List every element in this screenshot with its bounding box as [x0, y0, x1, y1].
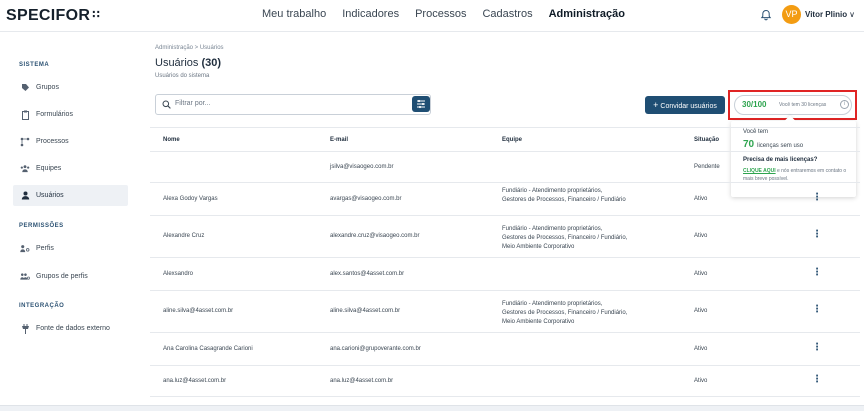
sidebar-item-formularios[interactable]: Formulários — [13, 104, 128, 125]
process-flow-icon — [20, 137, 30, 147]
sidebar-item-grupos[interactable]: Grupos — [13, 77, 128, 98]
logo-mark-icon: ∷ — [92, 9, 100, 21]
cell-situacao: Ativo — [694, 308, 708, 314]
search-input[interactable]: Filtrar por... — [155, 94, 431, 115]
plus-icon: + — [653, 100, 659, 110]
cell-situacao: Ativo — [694, 377, 708, 384]
profile-key-icon — [20, 244, 30, 254]
clipboard-icon — [20, 110, 30, 120]
cell-equipe-line: Gestores de Processos, Financeiro / Fund… — [502, 234, 628, 241]
table-row[interactable]: jsilva@visaogeo.com.br Pendente — [150, 152, 860, 183]
cell-email: alexandre.cruz@visaogeo.com.br — [330, 233, 420, 239]
sidebar: SISTEMA Grupos Formulários Processos Equ… — [0, 33, 136, 411]
table-row[interactable]: Alexsandro alex.santos@4asset.com.br Ativo… — [150, 258, 860, 291]
table-row[interactable]: Ana Carolina Casagrande Carioni ana.cario… — [150, 333, 860, 366]
cell-situacao: Ativo — [694, 270, 708, 277]
nav-meu-trabalho[interactable]: Meu trabalho — [262, 8, 326, 20]
chevron-down-icon: ∨ — [849, 10, 855, 19]
search-icon — [162, 100, 171, 109]
cell-nome: Alexandre Cruz — [163, 233, 205, 239]
cell-equipe-line: Meio Ambiente Corporativo — [502, 243, 575, 250]
search-placeholder: Filtrar por... — [175, 100, 211, 107]
tag-icon — [20, 83, 30, 93]
user-icon — [20, 191, 30, 201]
sidebar-item-usuarios[interactable]: Usuários — [13, 185, 128, 206]
sidebar-item-fonte-de-dados[interactable]: Fonte de dados externo — [13, 318, 128, 339]
logo[interactable]: SPECIFOR ∷ — [6, 7, 100, 25]
cell-situacao: Ativo — [694, 345, 708, 352]
cell-equipe-line: Fundiário - Atendimento proprietários, — [502, 300, 603, 307]
cell-email: aline.silva@4asset.com.br — [330, 308, 401, 314]
breadcrumb: Administração > Usuários — [155, 45, 224, 51]
more-options-icon[interactable]: ⋮ — [812, 230, 822, 240]
info-icon[interactable]: i — [840, 100, 849, 109]
sliders-icon — [417, 99, 425, 109]
sidebar-item-grupos-de-perfis[interactable]: Grupos de perfis — [13, 266, 128, 287]
cell-email: jsilva@visaogeo.com.br — [330, 163, 394, 170]
cell-equipe-line: Gestores de Processos, Financeiro / Fund… — [502, 197, 626, 203]
nav-indicadores[interactable]: Indicadores — [342, 8, 399, 20]
cell-nome: Alexsandro — [163, 270, 194, 277]
avatar[interactable]: VP — [782, 5, 801, 24]
cell-nome: aline.silva@4asset.com.br — [163, 308, 234, 314]
sidebar-section-integracao: INTEGRAÇÃO — [19, 303, 65, 309]
page-title: Usuários (30) — [155, 57, 222, 69]
cell-nome: Alexa Godoy Vargas — [163, 195, 218, 202]
more-options-icon[interactable]: ⋮ — [812, 342, 822, 353]
table-row[interactable]: aline.silva@4asset.com.br aline.silva@4as… — [150, 291, 860, 333]
team-icon — [20, 164, 30, 174]
sidebar-item-perfis[interactable]: Perfis — [13, 238, 128, 259]
cell-equipe-line: Fundiário - Atendimento proprietários, — [502, 225, 603, 232]
user-count: (30) — [201, 57, 222, 69]
cell-equipe-line: Gestores de Processos, Financeiro / Fund… — [502, 309, 628, 316]
top-bar: SPECIFOR ∷ Meu trabalho Indicadores Proce… — [0, 0, 864, 32]
cell-email: ana.carioni@grupoverante.com.br — [330, 345, 421, 352]
sidebar-item-processos[interactable]: Processos — [13, 131, 128, 152]
column-header-email[interactable]: E-mail — [330, 137, 348, 143]
column-header-equipe[interactable]: Equipe — [502, 137, 522, 143]
nav-processos[interactable]: Processos — [415, 8, 466, 20]
more-options-icon[interactable]: ⋮ — [812, 374, 822, 385]
table-row[interactable]: ana.luz@4asset.com.br ana.luz@4asset.com.… — [150, 366, 860, 397]
license-counter[interactable]: 30/100 Você tem 30 licenças i — [734, 95, 852, 115]
sidebar-section-sistema: SISTEMA — [19, 62, 50, 68]
cell-email: ana.luz@4asset.com.br — [330, 377, 394, 384]
user-menu[interactable]: Vitor Plinio ∨ — [805, 10, 855, 19]
cell-equipe-line: Fundiário - Atendimento proprietários, — [502, 188, 603, 194]
license-highlight: 30/100 Você tem 30 licenças i — [728, 90, 857, 120]
column-header-nome[interactable]: Nome — [163, 137, 180, 143]
cell-situacao: Ativo — [694, 233, 708, 239]
cell-equipe-line: Meio Ambiente Corporativo — [502, 318, 575, 325]
filter-settings-button[interactable] — [412, 96, 430, 112]
column-header-situacao[interactable]: Situação — [694, 137, 719, 143]
group-profiles-icon — [20, 272, 30, 282]
cell-situacao: Pendente — [694, 163, 720, 170]
table-row[interactable]: Alexandre Cruz alexandre.cruz@visaogeo.co… — [150, 216, 860, 258]
main-nav: Meu trabalho Indicadores Processos Cadas… — [262, 8, 625, 20]
bell-icon[interactable] — [760, 9, 772, 21]
table-row[interactable]: Alexa Godoy Vargas avargas@visaogeo.com.b… — [150, 183, 860, 216]
cell-nome: ana.luz@4asset.com.br — [163, 377, 227, 384]
page-subtitle: Usuários do sistema — [155, 73, 210, 79]
table-header: Nome E-mail Equipe Situação — [150, 127, 860, 152]
plug-icon — [20, 323, 30, 334]
more-options-icon[interactable]: ⋮ — [812, 267, 822, 278]
horizontal-scrollbar[interactable] — [0, 405, 864, 411]
cell-situacao: Ativo — [694, 195, 708, 202]
nav-cadastros[interactable]: Cadastros — [482, 8, 532, 20]
cell-nome: Ana Carolina Casagrande Carioni — [163, 345, 253, 352]
sidebar-section-permissoes: PERMISSÕES — [19, 223, 64, 229]
license-text: Você tem 30 licenças — [779, 102, 827, 108]
nav-administracao[interactable]: Administração — [549, 8, 625, 20]
cell-email: avargas@visaogeo.com.br — [330, 195, 402, 202]
cell-email: alex.santos@4asset.com.br — [330, 270, 405, 277]
more-options-icon[interactable]: ⋮ — [812, 192, 822, 203]
more-options-icon[interactable]: ⋮ — [812, 305, 822, 315]
invite-users-button[interactable]: + Convidar usuários — [645, 96, 725, 114]
license-count: 30/100 — [742, 100, 767, 109]
sidebar-item-equipes[interactable]: Equipes — [13, 158, 128, 179]
